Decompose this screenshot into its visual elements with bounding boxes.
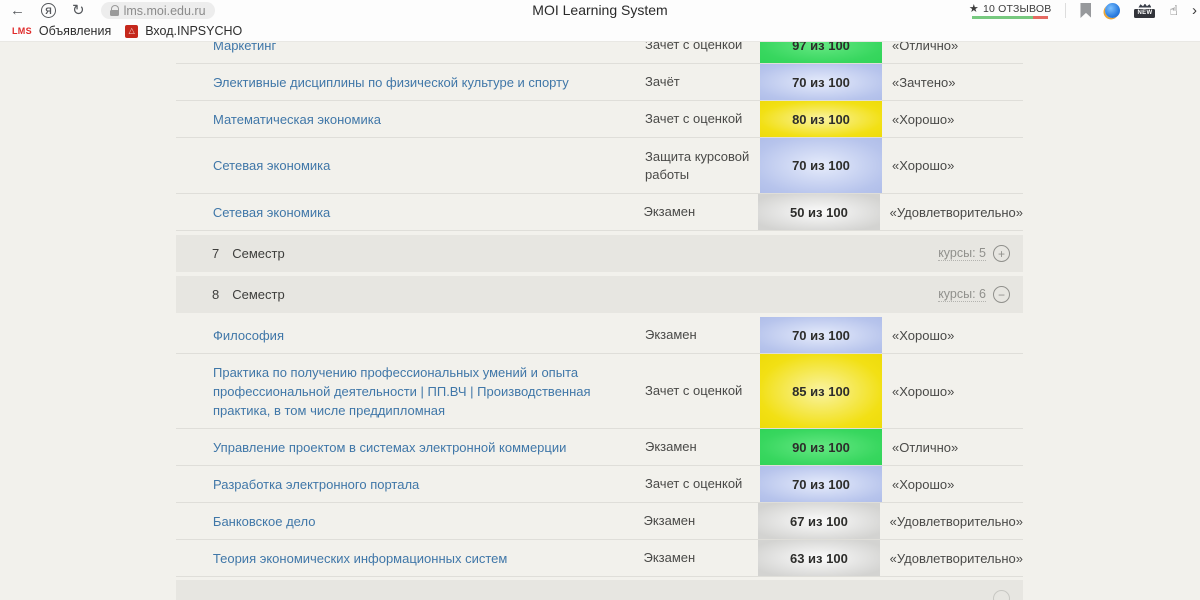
reviews-widget[interactable]: ★ 10 отзывов [969,2,1052,19]
url-text: lms.moi.edu.ru [124,4,206,18]
grade-text: «Зачтено» [882,75,1023,90]
course-link[interactable]: Теория экономических информационных сист… [213,549,644,568]
course-link[interactable]: Практика по получению профессиональных у… [213,363,645,420]
course-link[interactable]: Сетевая экономика [213,156,645,175]
refresh-icon[interactable]: ↻ [72,0,85,21]
table-row: Элективные дисциплины по физической куль… [176,64,1023,101]
score-cell: 67 из 100 [758,503,880,539]
grade-text: «Удовлетворительно» [880,551,1023,566]
exam-type: Зачёт [645,73,760,91]
score-cell: 90 из 100 [760,429,882,465]
semester-courses-link[interactable]: курсы: 6 [938,287,986,302]
bookmark-announcements[interactable]: LMS Объявления [9,24,114,38]
url-field[interactable]: lms.moi.edu.ru [101,2,215,19]
course-link[interactable]: Управление проектом в системах электронн… [213,438,645,457]
exam-type: Зачет с оценкой [645,110,760,128]
grade-text: «Хорошо» [882,112,1023,127]
page-title: MOI Learning System [532,0,667,21]
page-viewport: Маркетинг Зачет с оценкой 97 из 100 «Отл… [0,42,1200,600]
expand-icon[interactable]: + [993,245,1010,262]
exam-type: Защита курсовой работы [645,148,760,184]
semester-label: Семестр [232,287,284,302]
divider [1065,3,1066,18]
address-bar: ← Я ↻ lms.moi.edu.ru MOI Learning System… [0,0,1200,21]
inpsycho-favicon: △ [125,25,138,38]
new-badge-icon[interactable]: NEW [1134,4,1155,18]
overflow-chevron-icon[interactable]: › [1192,2,1197,19]
course-link[interactable]: Элективные дисциплины по физической куль… [213,73,645,92]
exam-type: Зачет с оценкой [645,382,760,400]
back-icon[interactable]: ← [10,0,25,21]
grade-text: «Отлично» [882,42,1023,53]
extension-globe-icon[interactable] [1105,3,1120,18]
semester-label: Семестр [232,246,284,261]
bookmark-flag-icon[interactable] [1080,3,1091,18]
collapse-icon[interactable]: − [993,286,1010,303]
score-cell: 70 из 100 [760,64,882,100]
course-link[interactable]: Разработка электронного портала [213,475,645,494]
course-link[interactable]: Банковское дело [213,512,644,531]
score-cell: 97 из 100 [760,42,882,63]
semester-row-partial [176,580,1023,600]
semester-number: 8 [212,287,219,302]
star-icon: ★ [969,2,979,15]
grade-text: «Хорошо» [882,328,1023,343]
score-cell: 70 из 100 [760,466,882,502]
grades-table: Маркетинг Зачет с оценкой 97 из 100 «Отл… [176,42,1023,600]
expand-icon[interactable] [993,590,1010,600]
table-row: Сетевая экономика Защита курсовой работы… [176,138,1023,194]
grade-text: «Удовлетворительно» [880,205,1023,220]
exam-type: Экзамен [645,326,760,344]
lms-favicon: LMS [12,26,32,36]
exam-type: Экзамен [643,512,758,530]
bookmarks-bar: LMS Объявления △ Вход.INPSYCHO [0,21,1200,41]
table-row: Теория экономических информационных сист… [176,540,1023,577]
semester-row: 8 Семестр курсы: 6 − [176,276,1023,313]
exam-type: Экзамен [645,438,760,456]
table-row: Философия Экзамен 70 из 100 «Хорошо» [176,317,1023,354]
browser-chrome: ← Я ↻ lms.moi.edu.ru MOI Learning System… [0,0,1200,42]
course-link[interactable]: Философия [213,326,645,345]
yandex-icon[interactable]: Я [41,3,56,18]
score-cell: 50 из 100 [758,194,880,230]
course-link[interactable]: Математическая экономика [213,110,645,129]
exam-type: Зачет с оценкой [645,42,760,54]
table-row: Сетевая экономика Экзамен 50 из 100 «Удо… [176,194,1023,231]
reviews-count: 10 отзывов [983,3,1052,15]
table-row: Управление проектом в системах электронн… [176,429,1023,466]
score-cell: 63 из 100 [758,540,880,576]
score-cell: 85 из 100 [760,354,882,428]
hand-icon[interactable]: ☝ [1169,3,1178,19]
grade-text: «Хорошо» [882,477,1023,492]
grade-text: «Хорошо» [882,384,1023,399]
course-link[interactable]: Сетевая экономика [213,203,644,222]
exam-type: Экзамен [643,203,758,221]
table-row: Банковское дело Экзамен 67 из 100 «Удовл… [176,503,1023,540]
rating-bar [972,16,1048,19]
chrome-right-icons: ★ 10 отзывов NEW ☝ › [969,2,1190,19]
semester-row: 7 Семестр курсы: 5 + [176,235,1023,272]
score-cell: 70 из 100 [760,317,882,353]
lock-icon [110,5,119,16]
grade-text: «Удовлетворительно» [880,514,1023,529]
table-row: Практика по получению профессиональных у… [176,354,1023,429]
grade-text: «Хорошо» [882,158,1023,173]
table-row: Маркетинг Зачет с оценкой 97 из 100 «Отл… [176,42,1023,64]
table-row: Математическая экономика Зачет с оценкой… [176,101,1023,138]
score-cell: 70 из 100 [760,138,882,193]
score-cell: 80 из 100 [760,101,882,137]
table-row: Разработка электронного портала Зачет с … [176,466,1023,503]
bookmark-inpsycho[interactable]: △ Вход.INPSYCHO [122,24,245,38]
semester-courses-link[interactable]: курсы: 5 [938,246,986,261]
semester-number: 7 [212,246,219,261]
exam-type: Экзамен [643,549,758,567]
course-link[interactable]: Маркетинг [213,42,645,55]
grade-text: «Отлично» [882,440,1023,455]
exam-type: Зачет с оценкой [645,475,760,493]
